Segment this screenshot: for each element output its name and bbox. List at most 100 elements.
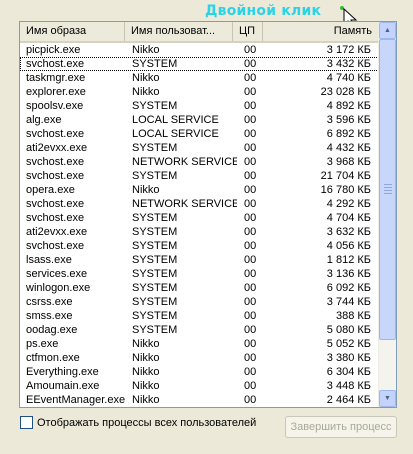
cell-cpu: 00 bbox=[244, 338, 257, 350]
cell-user: LOCAL SERVICE bbox=[132, 114, 219, 126]
cell-name: csrss.exe bbox=[26, 296, 73, 308]
cell-mem: 3 136 КБ bbox=[326, 268, 371, 280]
cell-mem: 3 596 КБ bbox=[326, 114, 371, 126]
column-header-image-name[interactable]: Имя образа bbox=[20, 22, 125, 41]
column-header-cpu[interactable]: ЦП bbox=[233, 22, 263, 41]
table-row[interactable]: svchost.exe SYSTEM 00 4 056 КБ bbox=[20, 239, 379, 253]
cell-name: EEventManager.exe bbox=[26, 394, 126, 406]
cell-user: Nikko bbox=[132, 44, 160, 56]
cell-cpu: 00 bbox=[244, 212, 257, 224]
checkbox-box[interactable] bbox=[20, 416, 33, 429]
cell-mem: 4 432 КБ bbox=[326, 142, 371, 154]
table-row[interactable]: svchost.exe SYSTEM 00 21 704 КБ bbox=[20, 169, 379, 183]
cell-cpu: 00 bbox=[244, 366, 257, 378]
cell-name: oodag.exe bbox=[26, 324, 78, 336]
cell-mem: 3 380 КБ bbox=[326, 352, 371, 364]
cell-name: svchost.exe bbox=[26, 156, 85, 168]
table-row[interactable]: csrss.exe SYSTEM 00 3 744 КБ bbox=[20, 295, 379, 309]
cell-name: spoolsv.exe bbox=[26, 100, 84, 112]
table-row[interactable]: smss.exe SYSTEM 00 388 КБ bbox=[20, 309, 379, 323]
cell-cpu: 00 bbox=[244, 254, 257, 266]
table-row[interactable]: explorer.exe Nikko 00 23 028 КБ bbox=[20, 85, 379, 99]
cell-name: picpick.exe bbox=[26, 44, 81, 56]
cell-cpu: 00 bbox=[244, 114, 257, 126]
table-row[interactable]: ps.exe Nikko 00 5 052 КБ bbox=[20, 337, 379, 351]
cell-mem: 5 080 КБ bbox=[326, 324, 371, 336]
cell-mem: 2 464 КБ bbox=[326, 394, 371, 406]
show-all-users-label: Отображать процессы всех пользователей bbox=[37, 416, 257, 429]
table-row[interactable]: ati2evxx.exe SYSTEM 00 4 432 КБ bbox=[20, 141, 379, 155]
table-row[interactable]: services.exe SYSTEM 00 3 136 КБ bbox=[20, 267, 379, 281]
table-row[interactable]: ctfmon.exe Nikko 00 3 380 КБ bbox=[20, 351, 379, 365]
cell-cpu: 00 bbox=[244, 352, 257, 364]
table-row[interactable]: winlogon.exe SYSTEM 00 6 092 КБ bbox=[20, 281, 379, 295]
cell-mem: 23 028 КБ bbox=[320, 86, 371, 98]
process-list[interactable]: Имя образа Имя пользоват... ЦП Память pi… bbox=[19, 21, 397, 408]
cell-user: SYSTEM bbox=[132, 170, 178, 182]
cell-cpu: 00 bbox=[244, 268, 257, 280]
process-rows: picpick.exe Nikko 00 3 172 КБ svchost.exe SYS… bbox=[20, 43, 379, 407]
table-row[interactable]: svchost.exe SYSTEM 00 3 432 КБ bbox=[20, 57, 379, 71]
cell-name: svchost.exe bbox=[26, 128, 85, 140]
cell-cpu: 00 bbox=[244, 86, 257, 98]
table-row[interactable]: picpick.exe Nikko 00 3 172 КБ bbox=[20, 43, 379, 57]
cell-mem: 4 892 КБ bbox=[326, 100, 371, 112]
cell-user: SYSTEM bbox=[132, 142, 178, 154]
cell-name: svchost.exe bbox=[26, 212, 85, 224]
scroll-thumb[interactable] bbox=[379, 39, 396, 340]
cell-user: SYSTEM bbox=[132, 310, 178, 322]
cell-name: opera.exe bbox=[26, 184, 75, 196]
cell-user: Nikko bbox=[132, 184, 160, 196]
table-row[interactable]: lsass.exe SYSTEM 00 1 812 КБ bbox=[20, 253, 379, 267]
cell-mem: 4 740 КБ bbox=[326, 72, 371, 84]
cell-mem: 3 172 КБ bbox=[326, 44, 371, 56]
scroll-up-button[interactable]: ▲ bbox=[379, 22, 396, 39]
table-row[interactable]: spoolsv.exe SYSTEM 00 4 892 КБ bbox=[20, 99, 379, 113]
cell-mem: 4 704 КБ bbox=[326, 212, 371, 224]
table-row[interactable]: ati2evxx.exe SYSTEM 00 3 632 КБ bbox=[20, 225, 379, 239]
end-process-button[interactable]: Завершить процесс bbox=[285, 416, 397, 438]
table-row[interactable]: taskmgr.exe Nikko 00 4 740 КБ bbox=[20, 71, 379, 85]
table-row[interactable]: opera.exe Nikko 00 16 780 КБ bbox=[20, 183, 379, 197]
table-row[interactable]: svchost.exe SYSTEM 00 4 704 КБ bbox=[20, 211, 379, 225]
column-header-memory[interactable]: Память bbox=[263, 22, 379, 41]
cell-user: Nikko bbox=[132, 72, 160, 84]
cell-name: services.exe bbox=[26, 268, 88, 280]
cell-mem: 1 812 КБ bbox=[326, 254, 371, 266]
cell-cpu: 00 bbox=[244, 142, 257, 154]
cell-cpu: 00 bbox=[244, 128, 257, 140]
cell-mem: 16 780 КБ bbox=[320, 184, 371, 196]
scroll-grip-icon bbox=[384, 184, 392, 196]
cell-name: svchost.exe bbox=[26, 170, 85, 182]
table-row[interactable]: EEventManager.exe Nikko 00 2 464 КБ bbox=[20, 393, 379, 407]
table-row[interactable]: svchost.exe NETWORK SERVICE 00 4 292 КБ bbox=[20, 197, 379, 211]
cell-cpu: 00 bbox=[244, 44, 257, 56]
table-row[interactable]: svchost.exe LOCAL SERVICE 00 6 892 КБ bbox=[20, 127, 379, 141]
show-all-users-checkbox[interactable]: Отображать процессы всех пользователей bbox=[20, 416, 256, 429]
cell-name: winlogon.exe bbox=[26, 282, 91, 294]
table-row[interactable]: Amoumain.exe Nikko 00 3 448 КБ bbox=[20, 379, 379, 393]
cell-name: ati2evxx.exe bbox=[26, 142, 88, 154]
table-row[interactable]: alg.exe LOCAL SERVICE 00 3 596 КБ bbox=[20, 113, 379, 127]
column-header-user-name[interactable]: Имя пользоват... bbox=[125, 22, 233, 41]
vertical-scrollbar[interactable]: ▲ ▼ bbox=[378, 22, 396, 407]
table-row[interactable]: svchost.exe NETWORK SERVICE 00 3 968 КБ bbox=[20, 155, 379, 169]
cell-mem: 3 968 КБ bbox=[326, 156, 371, 168]
cell-cpu: 00 bbox=[244, 310, 257, 322]
cell-mem: 4 292 КБ bbox=[326, 198, 371, 210]
cell-user: SYSTEM bbox=[132, 226, 178, 238]
cell-name: alg.exe bbox=[26, 114, 62, 126]
cell-user: SYSTEM bbox=[132, 268, 178, 280]
cell-name: ps.exe bbox=[26, 338, 59, 350]
scroll-down-button[interactable]: ▼ bbox=[379, 390, 396, 407]
cell-cpu: 00 bbox=[244, 394, 257, 406]
table-row[interactable]: Everything.exe Nikko 00 6 304 КБ bbox=[20, 365, 379, 379]
cell-user: LOCAL SERVICE bbox=[132, 128, 219, 140]
table-row[interactable]: oodag.exe SYSTEM 00 5 080 КБ bbox=[20, 323, 379, 337]
cell-user: SYSTEM bbox=[132, 240, 178, 252]
cell-mem: 3 432 КБ bbox=[326, 58, 371, 70]
cell-cpu: 00 bbox=[244, 156, 257, 168]
cell-mem: 6 304 КБ bbox=[326, 366, 371, 378]
cell-name: taskmgr.exe bbox=[26, 72, 86, 84]
cell-user: Nikko bbox=[132, 352, 160, 364]
